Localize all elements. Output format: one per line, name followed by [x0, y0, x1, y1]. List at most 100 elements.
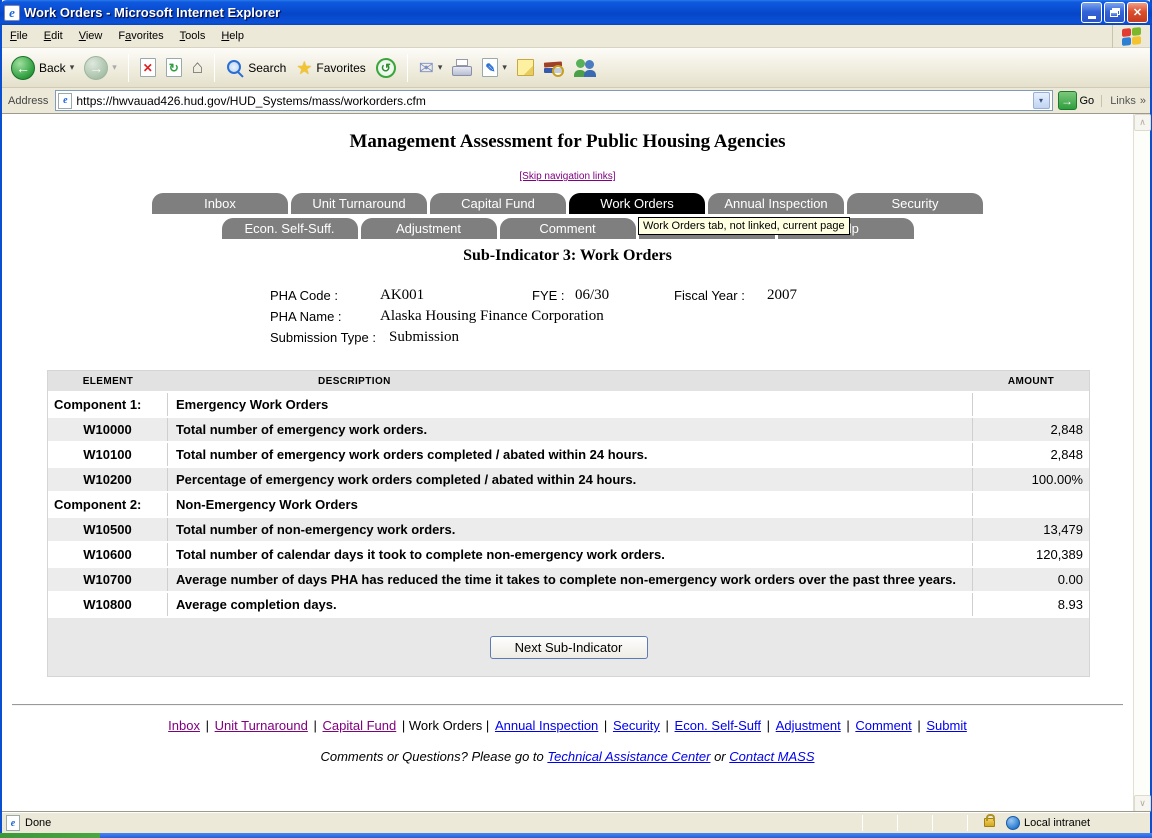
status-separator — [862, 815, 863, 831]
research-books-icon — [544, 59, 564, 77]
footer-link-annual-inspection[interactable]: Annual Inspection — [495, 718, 598, 733]
back-button[interactable]: ← Back ▾ — [8, 54, 77, 82]
restore-button[interactable] — [1104, 2, 1125, 23]
footer-link-submit[interactable]: Submit — [926, 718, 966, 733]
toolbar: ← Back ▾ → ▾ ✕ ↻ ⌂ Search ★ Favorites ↺ … — [2, 48, 1150, 88]
title-bar: e Work Orders - Microsoft Internet Explo… — [0, 0, 1152, 25]
scroll-down-icon[interactable]: ∨ — [1134, 795, 1151, 812]
tab-inbox[interactable]: Inbox — [152, 193, 288, 214]
stop-button[interactable]: ✕ — [137, 56, 159, 79]
fye-value: 06/30 — [575, 287, 609, 304]
footer-link-comment[interactable]: Comment — [855, 718, 911, 733]
tab-capital-fund[interactable]: Capital Fund — [430, 193, 566, 214]
cell-description: Total number of emergency work orders co… — [168, 443, 973, 466]
contact-mass-link[interactable]: Contact MASS — [729, 749, 814, 764]
links-toolbar[interactable]: Links » — [1101, 95, 1146, 107]
edit-page-button[interactable]: ✎ ▾ — [479, 56, 510, 79]
footer-links: Inbox | Unit Turnaround | Capital Fund |… — [2, 718, 1133, 733]
minimize-button[interactable] — [1081, 2, 1102, 23]
vertical-scrollbar[interactable]: ∧ ∨ — [1133, 114, 1150, 812]
table-row-w10500: W10500 Total number of non-emergency wor… — [48, 518, 1089, 543]
address-dropdown-icon[interactable]: ▾ — [1033, 92, 1050, 109]
menu-view[interactable]: View — [71, 27, 111, 45]
history-button[interactable]: ↺ — [373, 56, 399, 80]
menu-help[interactable]: Help — [213, 27, 252, 45]
print-icon — [452, 59, 472, 77]
start-button-sliver[interactable] — [0, 833, 100, 838]
header-element: ELEMENT — [48, 371, 168, 391]
technical-assistance-center-link[interactable]: Technical Assistance Center — [547, 749, 710, 764]
print-button[interactable] — [449, 57, 475, 79]
messenger-button[interactable] — [571, 57, 599, 79]
cell-element: W10200 — [48, 468, 168, 491]
edit-dropdown-icon[interactable]: ▾ — [502, 62, 507, 73]
history-icon: ↺ — [376, 58, 396, 78]
mail-dropdown-icon[interactable]: ▾ — [438, 62, 443, 73]
next-sub-indicator-button[interactable]: Next Sub-Indicator — [490, 636, 648, 659]
footer-separator: | — [767, 718, 770, 733]
footer-link-capital-fund[interactable]: Capital Fund — [323, 718, 397, 733]
cell-amount: 120,389 — [973, 547, 1089, 562]
tab-annual-inspection[interactable]: Annual Inspection — [708, 193, 844, 214]
address-url[interactable]: https://hwvauad426.hud.gov/HUD_Systems/m… — [76, 94, 1028, 108]
home-button[interactable]: ⌂ — [189, 56, 206, 79]
menu-tools[interactable]: Tools — [172, 27, 214, 45]
forward-button[interactable]: → ▾ — [81, 54, 120, 82]
links-chevron-icon[interactable]: » — [1140, 95, 1146, 107]
cell-description: Percentage of emergency work orders comp… — [168, 468, 973, 491]
search-label: Search — [248, 61, 286, 75]
taskbar-sliver — [0, 833, 1152, 838]
help-line: Comments or Questions? Please go to Tech… — [2, 749, 1133, 764]
footer-link-adjustment[interactable]: Adjustment — [776, 718, 841, 733]
browser-viewport: Management Assessment for Public Housing… — [2, 114, 1150, 812]
tab-adjustment[interactable]: Adjustment — [361, 218, 497, 239]
table-row-w10100: W10100 Total number of emergency work or… — [48, 443, 1089, 468]
discuss-button[interactable] — [514, 57, 537, 78]
status-separator — [932, 815, 933, 831]
stop-icon: ✕ — [140, 58, 156, 77]
go-button[interactable]: → Go — [1058, 91, 1095, 110]
footer-link-inbox[interactable]: Inbox — [168, 718, 200, 733]
search-button[interactable]: Search — [223, 57, 289, 79]
footer-link-econ-self-suff[interactable]: Econ. Self-Suff — [675, 718, 761, 733]
home-icon: ⌂ — [192, 58, 203, 77]
favorites-button[interactable]: ★ Favorites — [293, 57, 369, 79]
tab-econ-self-suff[interactable]: Econ. Self-Suff. — [222, 218, 358, 239]
footer-link-unit-turnaround[interactable]: Unit Turnaround — [215, 718, 308, 733]
window-title: Work Orders - Microsoft Internet Explore… — [24, 5, 1079, 20]
back-dropdown-icon[interactable]: ▾ — [70, 62, 75, 73]
tab-comment[interactable]: Comment — [500, 218, 636, 239]
cell-description: Total number of non-emergency work order… — [168, 518, 973, 541]
fiscal-year-value: 2007 — [767, 287, 797, 304]
cell-description: Non-Emergency Work Orders — [168, 493, 973, 516]
table-header-row: ELEMENT DESCRIPTION AMOUNT — [48, 371, 1089, 393]
go-arrow-icon: → — [1058, 91, 1077, 110]
refresh-button[interactable]: ↻ — [163, 56, 185, 79]
close-button[interactable]: ✕ — [1127, 2, 1148, 23]
footer-link-security[interactable]: Security — [613, 718, 660, 733]
table-footer: Next Sub-Indicator — [48, 618, 1089, 676]
tab-unit-turnaround[interactable]: Unit Turnaround — [291, 193, 427, 214]
taskbar-sliver-bar — [100, 833, 1152, 838]
menu-edit[interactable]: Edit — [36, 27, 71, 45]
pha-code-value: AK001 — [380, 287, 424, 304]
mail-button[interactable]: ✉ ▾ — [416, 57, 446, 79]
security-zone-text: Local intranet — [1024, 817, 1090, 829]
status-bar: e Done Local intranet — [2, 812, 1150, 833]
footer-separator: | — [666, 718, 669, 733]
scroll-up-icon[interactable]: ∧ — [1134, 114, 1151, 131]
browser-window: e Work Orders - Microsoft Internet Explo… — [0, 0, 1152, 838]
tab-security[interactable]: Security — [847, 193, 983, 214]
back-label: Back — [39, 61, 66, 75]
cell-description: Average completion days. — [168, 593, 973, 616]
forward-icon: → — [84, 56, 108, 80]
cell-element: W10100 — [48, 443, 168, 466]
footer-separator: | — [917, 718, 920, 733]
address-input[interactable]: e https://hwvauad426.hud.gov/HUD_Systems… — [55, 90, 1052, 111]
skip-navigation-link[interactable]: [Skip navigation links] — [519, 171, 615, 182]
sub-indicator-title: Sub-Indicator 3: Work Orders — [2, 247, 1133, 265]
research-button[interactable] — [541, 57, 567, 79]
menu-file[interactable]: File — [2, 27, 36, 45]
menu-favorites[interactable]: Favorites — [110, 27, 171, 45]
page-title: Management Assessment for Public Housing… — [2, 131, 1133, 153]
